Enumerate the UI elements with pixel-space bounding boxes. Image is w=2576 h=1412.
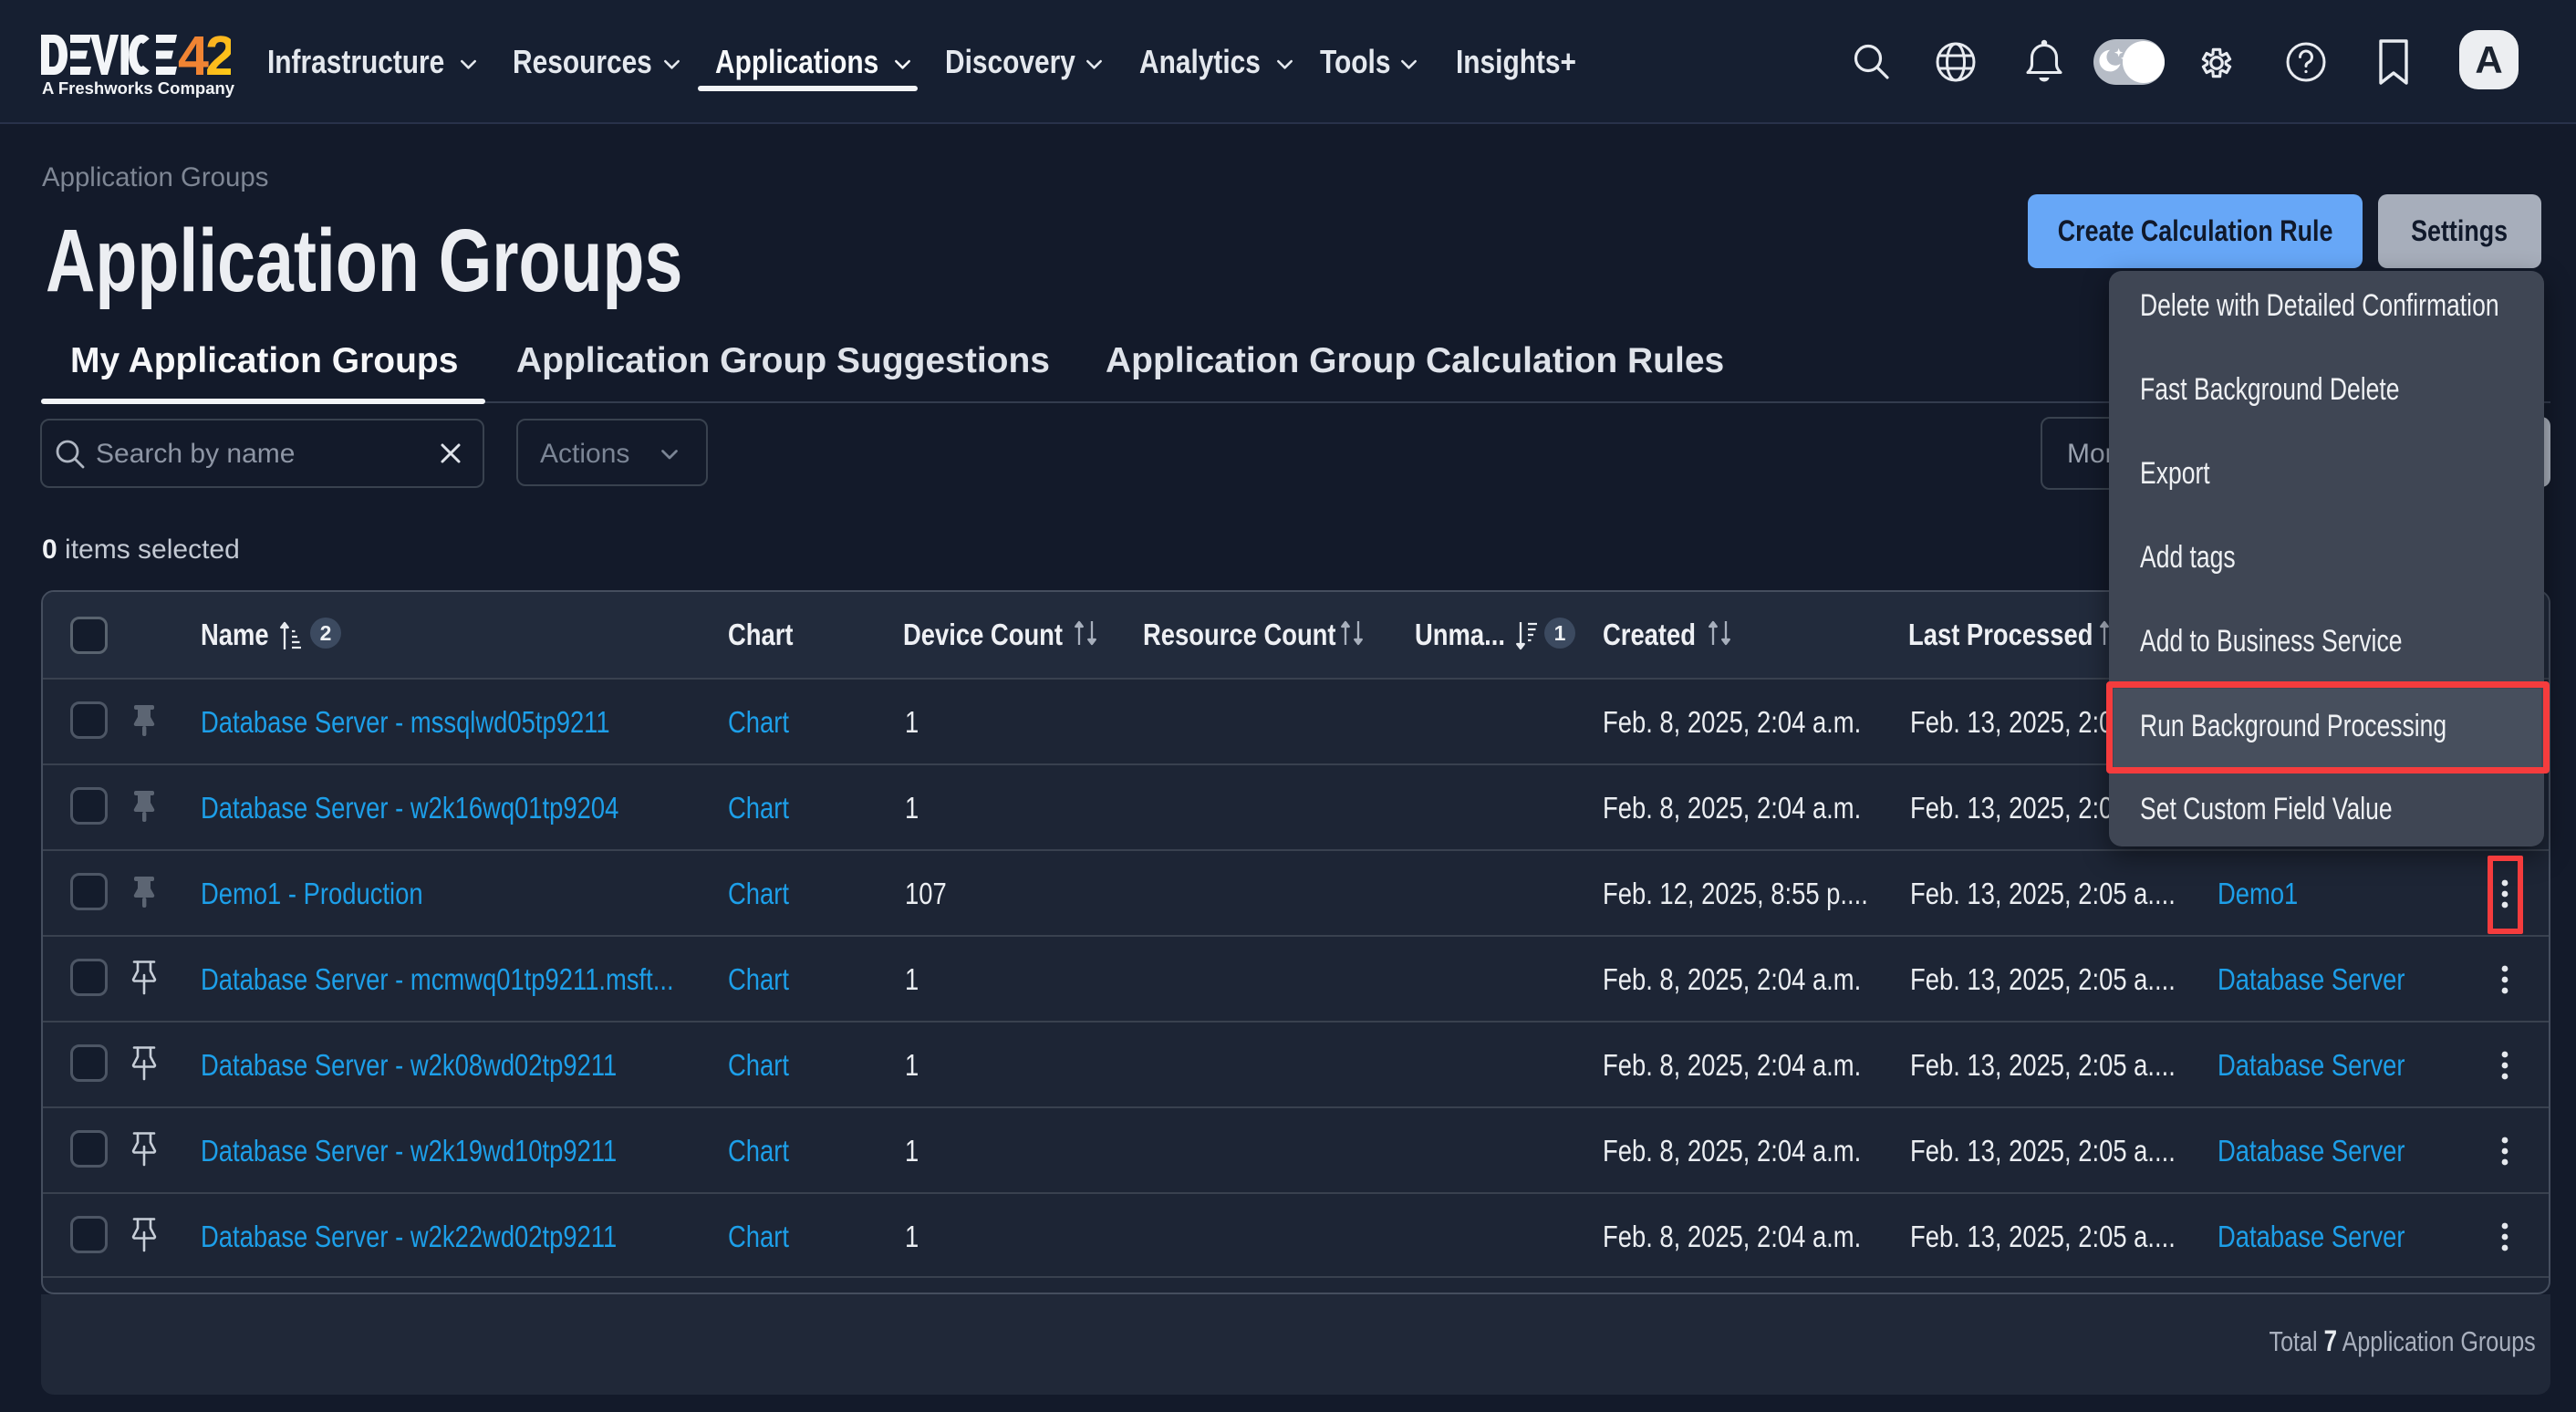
svg-text:2: 2 (205, 35, 231, 75)
svg-text:4: 4 (178, 35, 209, 75)
